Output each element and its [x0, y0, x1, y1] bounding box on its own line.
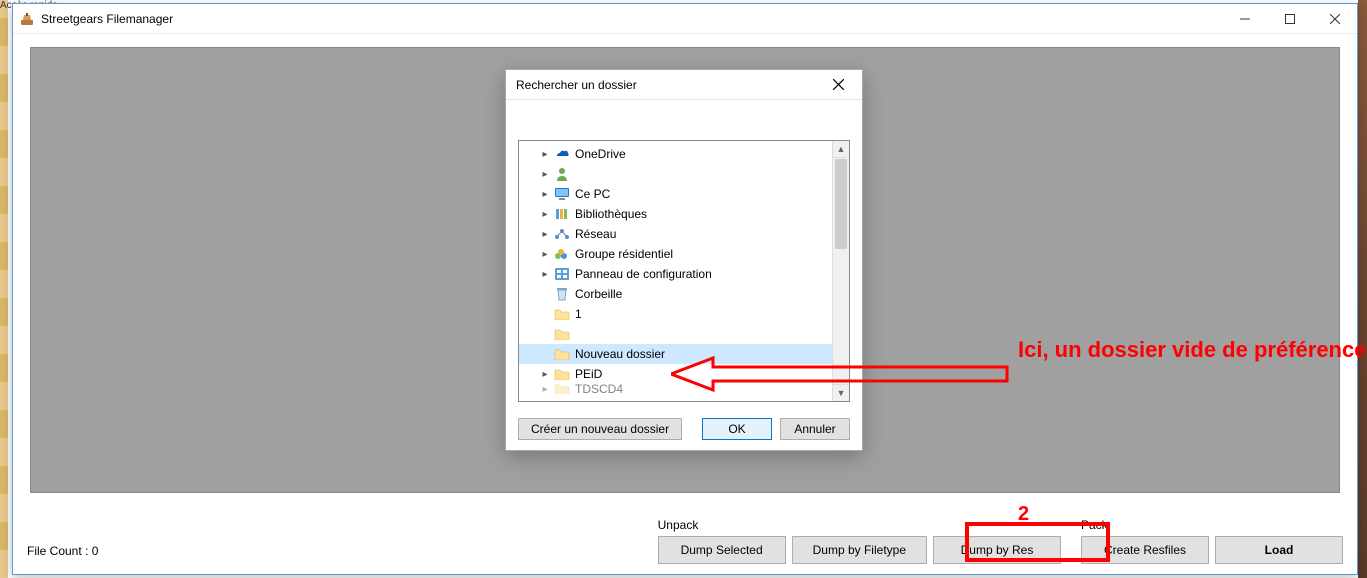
minimize-button[interactable] [1222, 5, 1267, 33]
dialog-title: Rechercher un dossier [516, 78, 637, 92]
app-title: Streetgears Filemanager [41, 12, 173, 26]
browse-folder-dialog: Rechercher un dossier ▸ OneDrive ▸ ▸ Ce … [505, 69, 863, 451]
tree-item-label: TDSCD4 [575, 384, 623, 394]
titlebar: Streetgears Filemanager [13, 4, 1357, 34]
recycle-bin-icon [553, 286, 571, 302]
user-icon [553, 166, 571, 182]
ok-button[interactable]: OK [702, 418, 772, 440]
annotation-number-2: 2 [1018, 503, 1029, 526]
background-right-strip [1358, 0, 1367, 578]
tree-item-label: Bibliothèques [575, 207, 647, 221]
libraries-icon [553, 206, 571, 222]
tree-item-1[interactable]: ▸ 1 [519, 304, 832, 324]
tree-item-label: Panneau de configuration [575, 267, 712, 281]
tree-item-reseau[interactable]: ▸ Réseau [519, 224, 832, 244]
dialog-close-button[interactable] [818, 72, 858, 98]
tree-item-label: OneDrive [575, 147, 626, 161]
onedrive-icon [553, 146, 571, 162]
create-resfiles-label: Create Resfiles [1104, 543, 1186, 557]
tree-item-label: 1 [575, 307, 582, 321]
folder-icon [553, 384, 571, 394]
dialog-scrollbar[interactable]: ▲ ▼ [832, 141, 849, 401]
tree-item-label: Nouveau dossier [575, 347, 665, 361]
dump-by-res-button[interactable]: Dump by Res [933, 536, 1061, 564]
maximize-button[interactable] [1267, 5, 1312, 33]
unpack-group-label: Unpack [658, 518, 1061, 532]
window-controls [1222, 5, 1357, 33]
tree-item-groupe[interactable]: ▸ Groupe résidentiel [519, 244, 832, 264]
expand-icon[interactable]: ▸ [539, 384, 551, 394]
background-left-strip [0, 0, 8, 578]
this-pc-icon [553, 186, 571, 202]
dump-by-filetype-label: Dump by Filetype [813, 543, 906, 557]
tree-item-label: Corbeille [575, 287, 622, 301]
unpack-group: Unpack Dump Selected Dump by Filetype Du… [658, 518, 1061, 564]
load-button[interactable]: Load [1215, 536, 1343, 564]
pack-group: Pack Create Resfiles Load [1081, 518, 1343, 564]
folder-icon [553, 306, 571, 322]
tree-item-truncated[interactable]: ▸ TDSCD4 [519, 384, 832, 394]
create-new-folder-label: Créer un nouveau dossier [531, 422, 669, 436]
file-count-label: File Count : 0 [27, 544, 98, 558]
expand-icon[interactable]: ▸ [539, 208, 551, 220]
expand-icon[interactable]: ▸ [539, 148, 551, 160]
create-resfiles-button[interactable]: Create Resfiles [1081, 536, 1209, 564]
scroll-up-button[interactable]: ▲ [833, 141, 849, 158]
tree-item-peid[interactable]: ▸ PEiD [519, 364, 832, 384]
dump-selected-label: Dump Selected [681, 543, 763, 557]
tree-item-corbeille[interactable]: ▸ Corbeille [519, 284, 832, 304]
tree-item-cepc[interactable]: ▸ Ce PC [519, 184, 832, 204]
tree-item-label: Ce PC [575, 187, 610, 201]
dialog-button-row: Créer un nouveau dossier OK Annuler [518, 418, 850, 440]
annotation-text: Ici, un dossier vide de préférence [1018, 337, 1366, 363]
tree-item-unnamed[interactable]: ▸ [519, 324, 832, 344]
dialog-titlebar: Rechercher un dossier [506, 70, 862, 100]
scroll-down-button[interactable]: ▼ [833, 384, 849, 401]
expand-icon[interactable]: ▸ [539, 168, 551, 180]
tree-item-label: Groupe résidentiel [575, 247, 673, 261]
close-button[interactable] [1312, 5, 1357, 33]
tree-item-label: Réseau [575, 227, 616, 241]
tree-item-nouveau-dossier[interactable]: ▸ Nouveau dossier [519, 344, 832, 364]
app-icon [19, 11, 35, 27]
dump-selected-button[interactable]: Dump Selected [658, 536, 786, 564]
tree-item-onedrive[interactable]: ▸ OneDrive [519, 144, 832, 164]
expand-icon[interactable]: ▸ [539, 268, 551, 280]
network-icon [553, 226, 571, 242]
dialog-tree-panel: ▸ OneDrive ▸ ▸ Ce PC ▸ Bibliothèques ▸ [518, 140, 850, 402]
tree-item-panneau[interactable]: ▸ Panneau de configuration [519, 264, 832, 284]
expand-icon[interactable]: ▸ [539, 188, 551, 200]
create-new-folder-button[interactable]: Créer un nouveau dossier [518, 418, 682, 440]
cancel-label: Annuler [794, 422, 835, 436]
cancel-button[interactable]: Annuler [780, 418, 850, 440]
bottom-bar: File Count : 0 Unpack Dump Selected Dump… [13, 514, 1357, 574]
dump-by-filetype-button[interactable]: Dump by Filetype [792, 536, 927, 564]
expand-icon[interactable]: ▸ [539, 368, 551, 380]
pack-group-label: Pack [1081, 518, 1343, 532]
folder-icon [553, 366, 571, 382]
homegroup-icon [553, 246, 571, 262]
folder-icon [553, 346, 571, 362]
load-label: Load [1265, 543, 1294, 557]
scroll-thumb[interactable] [835, 159, 847, 249]
dump-by-res-label: Dump by Res [961, 543, 1034, 557]
ok-label: OK [728, 422, 745, 436]
control-panel-icon [553, 266, 571, 282]
folder-tree[interactable]: ▸ OneDrive ▸ ▸ Ce PC ▸ Bibliothèques ▸ [519, 141, 832, 401]
expand-icon[interactable]: ▸ [539, 228, 551, 240]
tree-item-label: PEiD [575, 367, 602, 381]
folder-icon [553, 326, 571, 342]
expand-icon[interactable]: ▸ [539, 248, 551, 260]
tree-item-biblio[interactable]: ▸ Bibliothèques [519, 204, 832, 224]
tree-item-user[interactable]: ▸ [519, 164, 832, 184]
